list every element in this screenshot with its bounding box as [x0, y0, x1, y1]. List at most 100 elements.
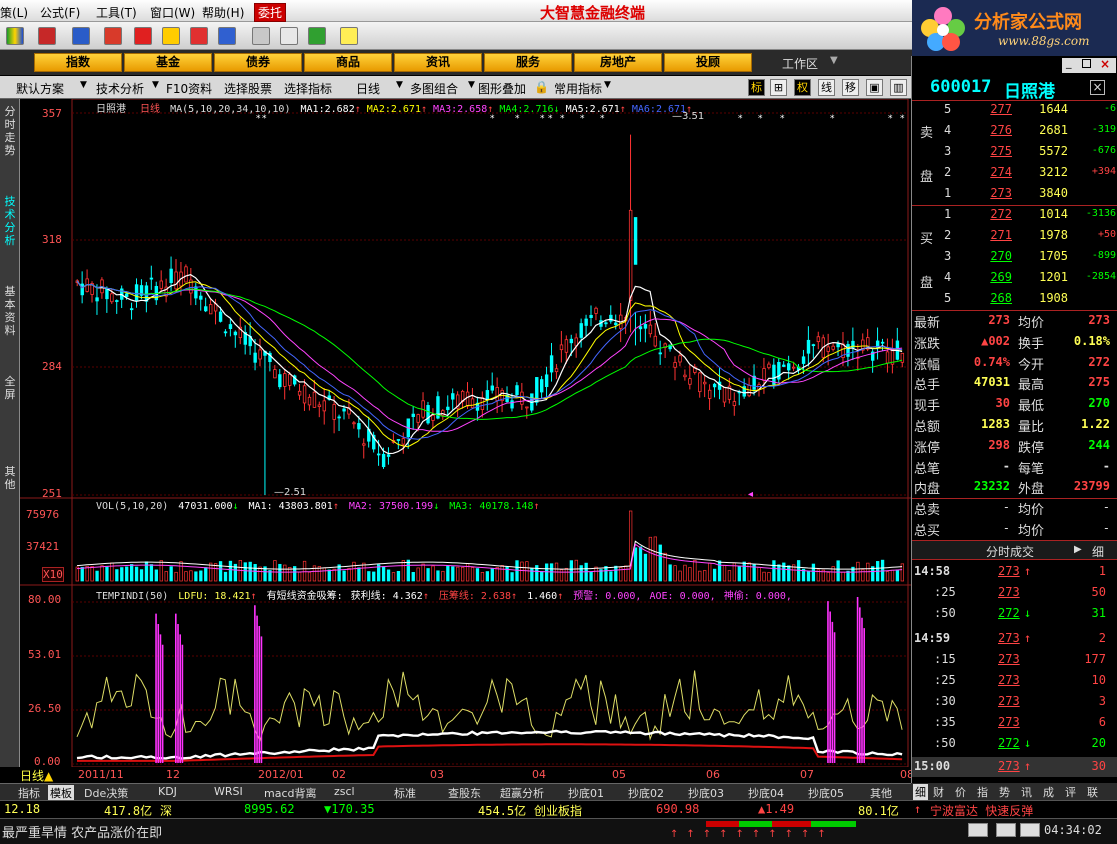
tick-price[interactable]: 273	[998, 673, 1020, 687]
rtab-detail[interactable]: 细	[913, 784, 928, 800]
tab-bottom04[interactable]: 抄底04	[748, 785, 784, 801]
work-area-dropdown-icon[interactable]: ▼	[830, 55, 838, 66]
cat-commodity[interactable]: 商品	[304, 53, 392, 72]
dropdown-icon[interactable]: ▼	[604, 80, 611, 90]
tab-super-win[interactable]: 超赢分析	[500, 785, 544, 801]
tick-price[interactable]: 273	[998, 631, 1020, 645]
tab-other[interactable]: 其他	[870, 785, 892, 801]
tab-shareholders[interactable]: 查股东	[448, 785, 481, 801]
lock-icon[interactable]: 🔒	[534, 80, 549, 94]
rtab-trend[interactable]: 势	[999, 784, 1010, 800]
work-area-label[interactable]: 工作区	[782, 55, 818, 72]
tab-dde[interactable]: Dde决策	[84, 785, 128, 801]
settings-icon[interactable]	[1020, 823, 1040, 837]
tab-template[interactable]: 模板	[48, 785, 74, 801]
buy-price[interactable]: 269	[958, 270, 1012, 284]
tab-fullscreen[interactable]: 全屏	[2, 375, 18, 401]
cat-news[interactable]: 资讯	[394, 53, 482, 72]
tick-price[interactable]: 272	[998, 606, 1020, 620]
target-icon[interactable]	[104, 27, 122, 45]
dropdown-icon[interactable]: ▼	[396, 80, 403, 90]
window-icon[interactable]	[280, 27, 298, 45]
cat-fund[interactable]: 基金	[124, 53, 212, 72]
menu-tools[interactable]: 工具(T)	[96, 4, 137, 21]
rtab-review[interactable]: 评	[1065, 784, 1076, 800]
day-tag[interactable]: 日线▲	[20, 767, 53, 784]
trust-button[interactable]: 委托	[254, 3, 287, 22]
diamond-icon[interactable]	[162, 27, 180, 45]
line-button[interactable]: 线	[818, 79, 835, 96]
mail-icon[interactable]	[968, 823, 988, 837]
multi-chart-button[interactable]: 多图组合	[410, 80, 458, 97]
rtab-news[interactable]: 讯	[1021, 784, 1032, 800]
menu-window[interactable]: 窗口(W)	[150, 4, 195, 21]
rights-button[interactable]: 权	[794, 79, 811, 96]
detail-button[interactable]: 细	[1092, 543, 1104, 560]
index-bar[interactable]: 12.18 417.8亿 深 8995.62 ▼170.35 454.5亿 创业…	[0, 800, 1117, 818]
tick-price[interactable]: 273	[998, 652, 1020, 666]
period-button[interactable]: 日线	[356, 80, 380, 97]
rtab-finance[interactable]: 财	[933, 784, 944, 800]
tick-price[interactable]: 273	[998, 759, 1020, 773]
tab-fundamental[interactable]: 基本资料	[2, 285, 18, 337]
default-scheme-button[interactable]: 默认方案	[16, 80, 64, 97]
play-icon[interactable]: ▶	[1074, 544, 1082, 555]
tab-bottom03[interactable]: 抄底03	[688, 785, 724, 801]
sell-price[interactable]: 273	[958, 186, 1012, 200]
f10-button[interactable]: F10资料	[166, 80, 212, 97]
rtab-price[interactable]: 价	[955, 784, 966, 800]
chart-icon[interactable]	[38, 27, 56, 45]
overlay-button[interactable]: 图形叠加	[478, 80, 526, 97]
books-icon[interactable]	[308, 27, 326, 45]
minimize-icon[interactable]: _	[1066, 56, 1072, 69]
sell-price[interactable]: 276	[958, 123, 1012, 137]
buy-price[interactable]: 272	[958, 207, 1012, 221]
alert-icon[interactable]	[996, 823, 1016, 837]
globe-icon[interactable]	[218, 27, 236, 45]
layout-button[interactable]: ▣	[866, 79, 883, 96]
index-news[interactable]: 宁波富达 快速反弹	[930, 802, 1033, 819]
brazil-flag-icon[interactable]	[6, 27, 24, 45]
buy-price[interactable]: 271	[958, 228, 1012, 242]
tab-intraday[interactable]: 分时走势	[2, 105, 18, 157]
cat-bond[interactable]: 债券	[214, 53, 302, 72]
menu-formula[interactable]: 公式(F)	[40, 4, 80, 21]
print-icon[interactable]	[252, 27, 270, 45]
help-cursor-icon[interactable]	[340, 27, 358, 45]
select-indicator-button[interactable]: 选择指标	[284, 80, 332, 97]
cat-realestate[interactable]: 房地产	[574, 53, 662, 72]
cat-advisor[interactable]: 投顾	[664, 53, 752, 72]
mark-button[interactable]: 标	[748, 79, 765, 96]
buy-price[interactable]: 270	[958, 249, 1012, 263]
sell-price[interactable]: 277	[958, 102, 1012, 116]
rtab-link[interactable]: 联	[1087, 784, 1098, 800]
rtab-volume[interactable]: 成	[1043, 784, 1054, 800]
common-indicator-button[interactable]: 常用指标	[554, 80, 602, 97]
tech-analysis-button[interactable]: 技术分析	[96, 80, 144, 97]
menu-strategy[interactable]: 策(L)	[0, 4, 28, 21]
tick-price[interactable]: 273	[998, 694, 1020, 708]
dropdown-icon[interactable]: ▼	[80, 80, 87, 90]
tab-kdj[interactable]: KDJ	[158, 785, 177, 798]
close-panel-icon[interactable]: ×	[1090, 80, 1105, 95]
tab-technical[interactable]: 技术分析	[2, 195, 18, 247]
sell-price[interactable]: 275	[958, 144, 1012, 158]
select-stock-button[interactable]: 选择股票	[224, 80, 272, 97]
dropdown-icon[interactable]: ▼	[468, 80, 475, 90]
tab-zscl[interactable]: zscl	[334, 785, 355, 798]
dropdown-icon[interactable]: ▼	[152, 80, 159, 90]
binoculars-icon[interactable]	[72, 27, 90, 45]
buy-price[interactable]: 268	[958, 291, 1012, 305]
tab-wrsi[interactable]: WRSI	[214, 785, 243, 798]
sell-price[interactable]: 274	[958, 165, 1012, 179]
tab-indicator[interactable]: 指标	[18, 785, 40, 801]
panel-button[interactable]: ▥	[890, 79, 907, 96]
cat-service[interactable]: 服务	[484, 53, 572, 72]
tab-bottom01[interactable]: 抄底01	[568, 785, 604, 801]
menu-help[interactable]: 帮助(H)	[202, 4, 244, 21]
move-button[interactable]: 移	[842, 79, 859, 96]
close-icon[interactable]: ×	[1100, 57, 1110, 71]
flag-icon[interactable]	[134, 27, 152, 45]
tab-bottom05[interactable]: 抄底05	[808, 785, 844, 801]
logo-icon[interactable]	[190, 27, 208, 45]
